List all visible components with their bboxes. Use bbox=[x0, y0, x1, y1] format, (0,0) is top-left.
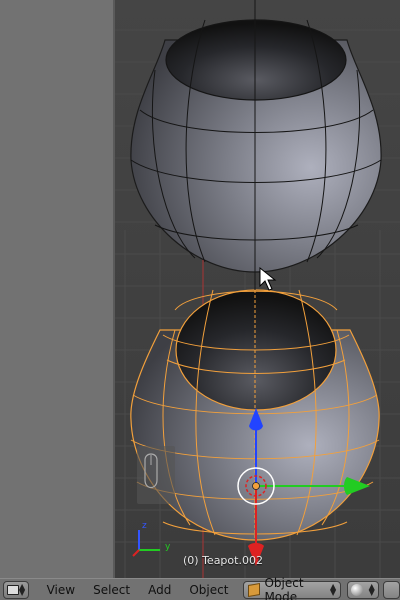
object-info-label: (0) Teapot.002 bbox=[183, 554, 263, 567]
object-origin-icon bbox=[252, 482, 260, 490]
mouse-hint-icon bbox=[137, 446, 175, 504]
mode-dropdown[interactable]: Object Mode ▲ ▼ bbox=[243, 576, 342, 600]
cube-icon bbox=[248, 582, 261, 597]
updown-icon: ▲ ▼ bbox=[19, 581, 26, 597]
3d-view-header: ▲ ▼ View Select Add Object Object Mode ▲ ▼… bbox=[0, 576, 400, 600]
viewport-scene[interactable]: z y bbox=[115, 0, 400, 578]
svg-text:y: y bbox=[165, 542, 171, 552]
updown-icon: ▲ ▼ bbox=[368, 581, 375, 597]
blender-window: z y (0) Teapot.002 ▲ ▼ View Select Add Ob… bbox=[0, 0, 400, 600]
menu-object[interactable]: Object bbox=[180, 583, 237, 597]
menu-select[interactable]: Select bbox=[84, 583, 139, 597]
teapot-mesh-top[interactable] bbox=[130, 15, 382, 273]
editor-type-button[interactable]: ▲ ▼ bbox=[3, 580, 30, 599]
viewport-shading-dropdown[interactable]: ▲ ▼ bbox=[347, 580, 379, 599]
pivot-icon[interactable] bbox=[382, 580, 400, 599]
updown-icon: ▲ ▼ bbox=[330, 581, 337, 597]
menu-add[interactable]: Add bbox=[139, 583, 180, 597]
mode-label: Object Mode bbox=[264, 575, 304, 600]
tool-shelf-panel[interactable] bbox=[0, 0, 115, 578]
svg-text:z: z bbox=[142, 521, 147, 531]
menu-view[interactable]: View bbox=[38, 583, 84, 597]
sphere-icon bbox=[351, 583, 364, 596]
orientation-gizmo: z y bbox=[132, 521, 171, 557]
3d-view-icon bbox=[7, 584, 19, 595]
3d-viewport[interactable]: z y (0) Teapot.002 bbox=[115, 0, 400, 578]
